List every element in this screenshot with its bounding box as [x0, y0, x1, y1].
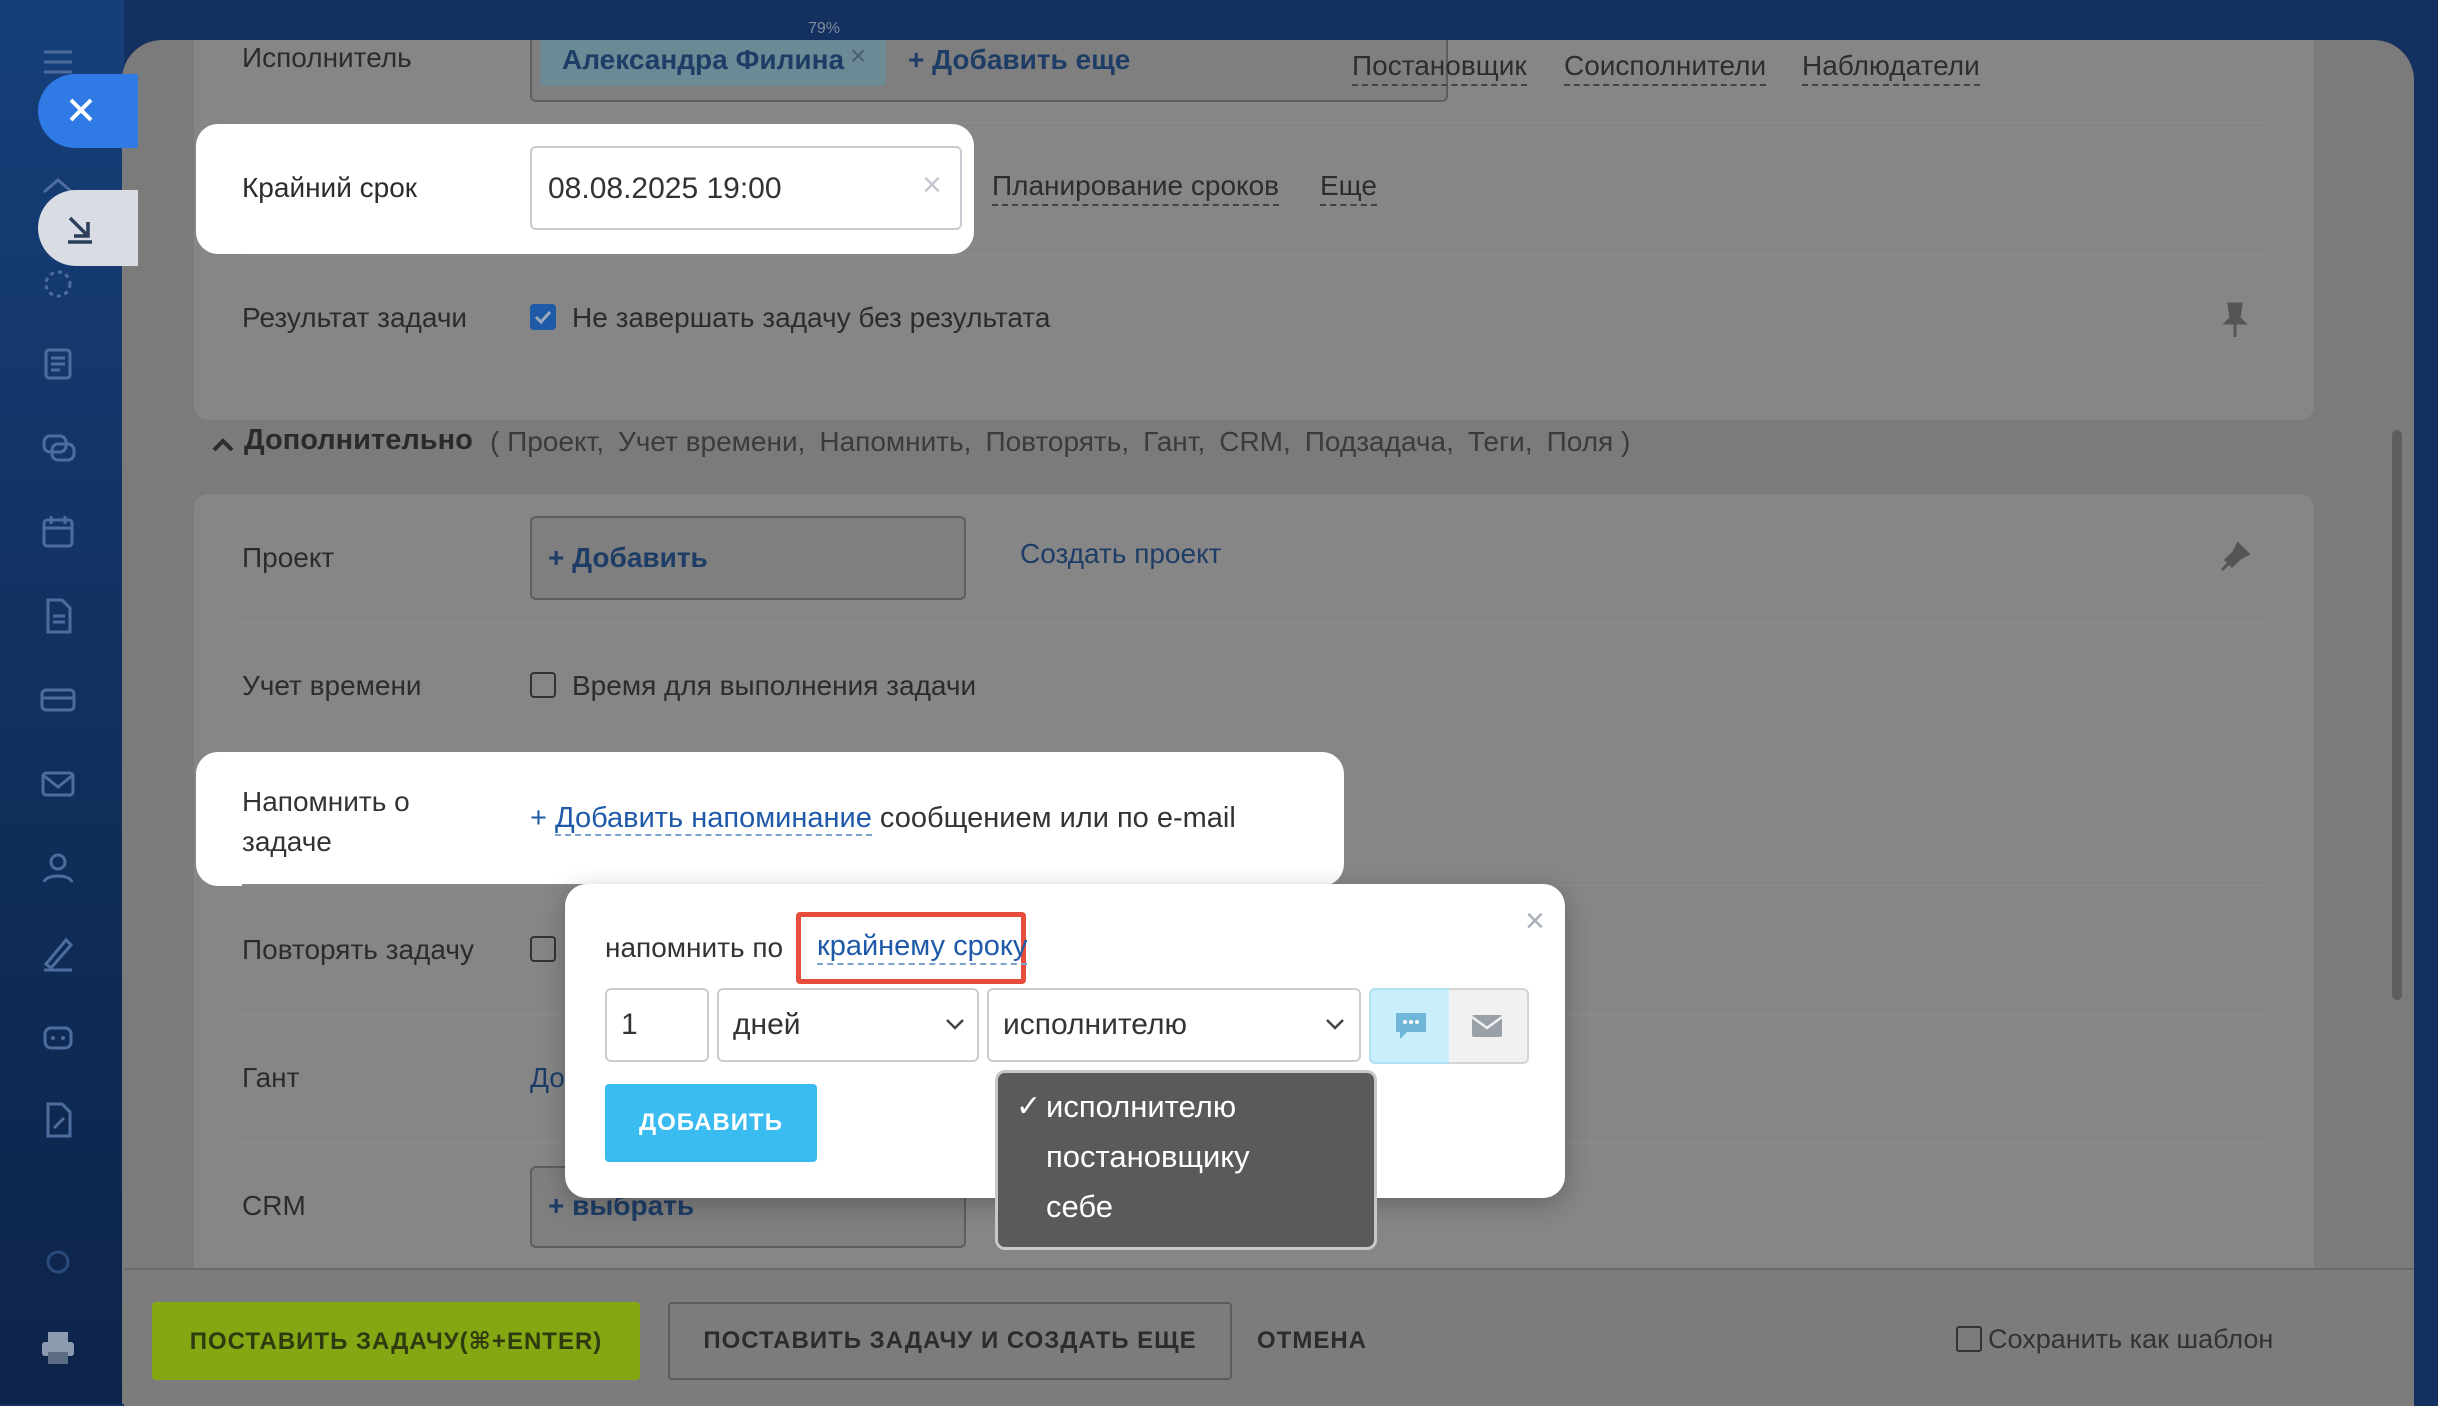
project-label: Проект [242, 542, 335, 573]
repeat-checkbox[interactable] [530, 936, 556, 962]
recipient-option-creator[interactable]: постановщику [1046, 1139, 1250, 1175]
tasks-icon[interactable] [36, 262, 80, 306]
form-footer: ПОСТАВИТЬ ЗАДАЧУ(⌘+ENTER) ПОСТАВИТЬ ЗАДА… [124, 1268, 2414, 1406]
pin-icon[interactable] [2220, 300, 2250, 340]
chevron-down-icon [946, 1019, 964, 1030]
deadline-input[interactable]: 08.08.2025 19:00 × [530, 146, 962, 230]
gantt-label: Гант [242, 1062, 300, 1093]
unit-select[interactable]: дней [717, 988, 979, 1062]
additional-item[interactable]: CRM, [1219, 426, 1291, 458]
recipient-dropdown: ✓ исполнителю постановщику себе [995, 1070, 1377, 1250]
result-label: Результат задачи [242, 302, 468, 333]
submit-and-create-button[interactable]: ПОСТАВИТЬ ЗАДАЧУ И СОЗДАТЬ ЕЩЕ [668, 1302, 1232, 1380]
additional-item[interactable]: Теги, [1468, 426, 1533, 458]
deadline-more-link[interactable]: Еще [1320, 170, 1377, 206]
additional-title[interactable]: Дополнительно [244, 424, 473, 457]
additional-item[interactable]: Напомнить, [819, 426, 971, 458]
time-tracking-checkbox-label: Время для выполнения задачи [572, 670, 977, 701]
forms-icon[interactable] [36, 1098, 80, 1142]
project-add-label: + Добавить [548, 542, 708, 573]
mail-icon[interactable] [36, 762, 80, 806]
deadline-label: Крайний срок [242, 172, 418, 203]
divider [242, 254, 2266, 256]
deadline-highlight: Крайний срок 08.08.2025 19:00 × [196, 124, 974, 254]
add-more-assignee[interactable]: + Добавить еще [908, 44, 1130, 76]
chevron-up-icon[interactable] [208, 430, 238, 460]
zoom-level: 79% [808, 20, 841, 37]
chip-remove-icon[interactable]: × [850, 40, 866, 72]
feed-icon[interactable] [36, 342, 80, 386]
contacts-icon[interactable] [36, 846, 80, 890]
email-channel-button[interactable] [1449, 988, 1529, 1064]
role-coexecutors-link[interactable]: Соисполнители [1564, 50, 1767, 86]
chat-icon[interactable] [36, 426, 80, 470]
robot-icon[interactable] [36, 1014, 80, 1058]
repeat-label: Повторять задачу [242, 934, 474, 965]
chat-bubble-icon [1396, 1013, 1426, 1039]
role-observers-link[interactable]: Наблюдатели [1802, 50, 1980, 86]
deadline-planning-link[interactable]: Планирование сроков [992, 170, 1280, 206]
deadline-value: 08.08.2025 19:00 [548, 172, 782, 205]
checkmark-icon: ✓ [1016, 1090, 1042, 1123]
result-checkbox-label: Не завершать задачу без результата [572, 302, 1051, 333]
submit-task-button[interactable]: ПОСТАВИТЬ ЗАДАЧУ(⌘+ENTER) [152, 1302, 640, 1380]
cancel-button[interactable]: ОТМЕНА [1252, 1302, 1372, 1380]
popup-prefix: напомнить по [605, 932, 784, 963]
message-channel-button[interactable] [1369, 988, 1453, 1064]
additional-items: ( Проект, Учет времени, Напомнить, Повто… [490, 426, 1630, 458]
unit-value: дней [733, 1008, 801, 1041]
scrollbar[interactable] [2392, 430, 2402, 1000]
close-icon [69, 98, 93, 122]
crm-label: CRM [242, 1190, 306, 1221]
assignee-label: Исполнитель [242, 42, 412, 73]
print-icon[interactable] [36, 1326, 80, 1370]
divider [242, 622, 2266, 624]
additional-item[interactable]: Поля ) [1547, 426, 1631, 458]
sign-icon[interactable] [36, 930, 80, 974]
add-reminder-button[interactable]: ДОБАВИТЬ [605, 1084, 817, 1162]
recipient-option-executor[interactable]: исполнителю [1046, 1089, 1236, 1125]
recipient-option-self[interactable]: себе [1046, 1189, 1113, 1225]
additional-item[interactable]: ( Проект, [490, 426, 604, 458]
role-creator-link[interactable]: Постановщик [1352, 50, 1527, 86]
settings-icon[interactable] [36, 1240, 80, 1284]
reminder-label: Напомнить о задаче [242, 786, 410, 857]
time-tracking-checkbox[interactable] [530, 672, 556, 698]
additional-item[interactable]: Подзадача, [1305, 426, 1454, 458]
add-reminder-link[interactable]: Добавить напоминание [555, 802, 872, 836]
envelope-icon [1471, 1015, 1503, 1037]
collapse-slider-button[interactable] [38, 190, 138, 266]
project-add-button[interactable]: + Добавить [530, 516, 966, 600]
document-icon[interactable] [36, 594, 80, 638]
save-template-checkbox[interactable] [1956, 1326, 1982, 1352]
close-popup-icon[interactable]: × [1525, 902, 1545, 941]
crm-icon[interactable] [36, 678, 80, 722]
pin-icon[interactable] [2218, 540, 2252, 574]
calendar-icon[interactable] [36, 510, 80, 554]
clear-deadline-icon[interactable]: × [922, 166, 942, 205]
additional-item[interactable]: Учет времени, [618, 426, 805, 458]
deadline-reference-link[interactable]: крайнему сроку [817, 930, 1028, 965]
time-tracking-label: Учет времени [242, 670, 422, 701]
reminder-add-row: + Добавить напоминание сообщением или по… [530, 802, 1236, 836]
result-checkbox[interactable] [530, 304, 556, 330]
save-template-label: Сохранить как шаблон [1988, 1324, 2274, 1354]
assignee-chip: Александра Филина × [540, 40, 886, 86]
chevron-down-icon [1326, 1019, 1344, 1030]
additional-item[interactable]: Повторять, [985, 426, 1129, 458]
assignee-chip-name: Александра Филина [562, 44, 845, 75]
collapse-icon [68, 216, 92, 244]
gantt-add-link[interactable]: До [530, 1062, 565, 1094]
additional-item[interactable]: Гант, [1143, 426, 1205, 458]
reminder-highlight: Напомнить о задаче + Добавить напоминани… [196, 752, 1344, 886]
recipient-select[interactable]: исполнителю [987, 988, 1361, 1062]
amount-value: 1 [621, 1008, 638, 1041]
amount-input[interactable]: 1 [605, 988, 709, 1062]
recipient-value: исполнителю [1003, 1008, 1187, 1041]
close-slider-button[interactable] [38, 74, 138, 148]
create-project-link[interactable]: Создать проект [1020, 538, 1221, 570]
